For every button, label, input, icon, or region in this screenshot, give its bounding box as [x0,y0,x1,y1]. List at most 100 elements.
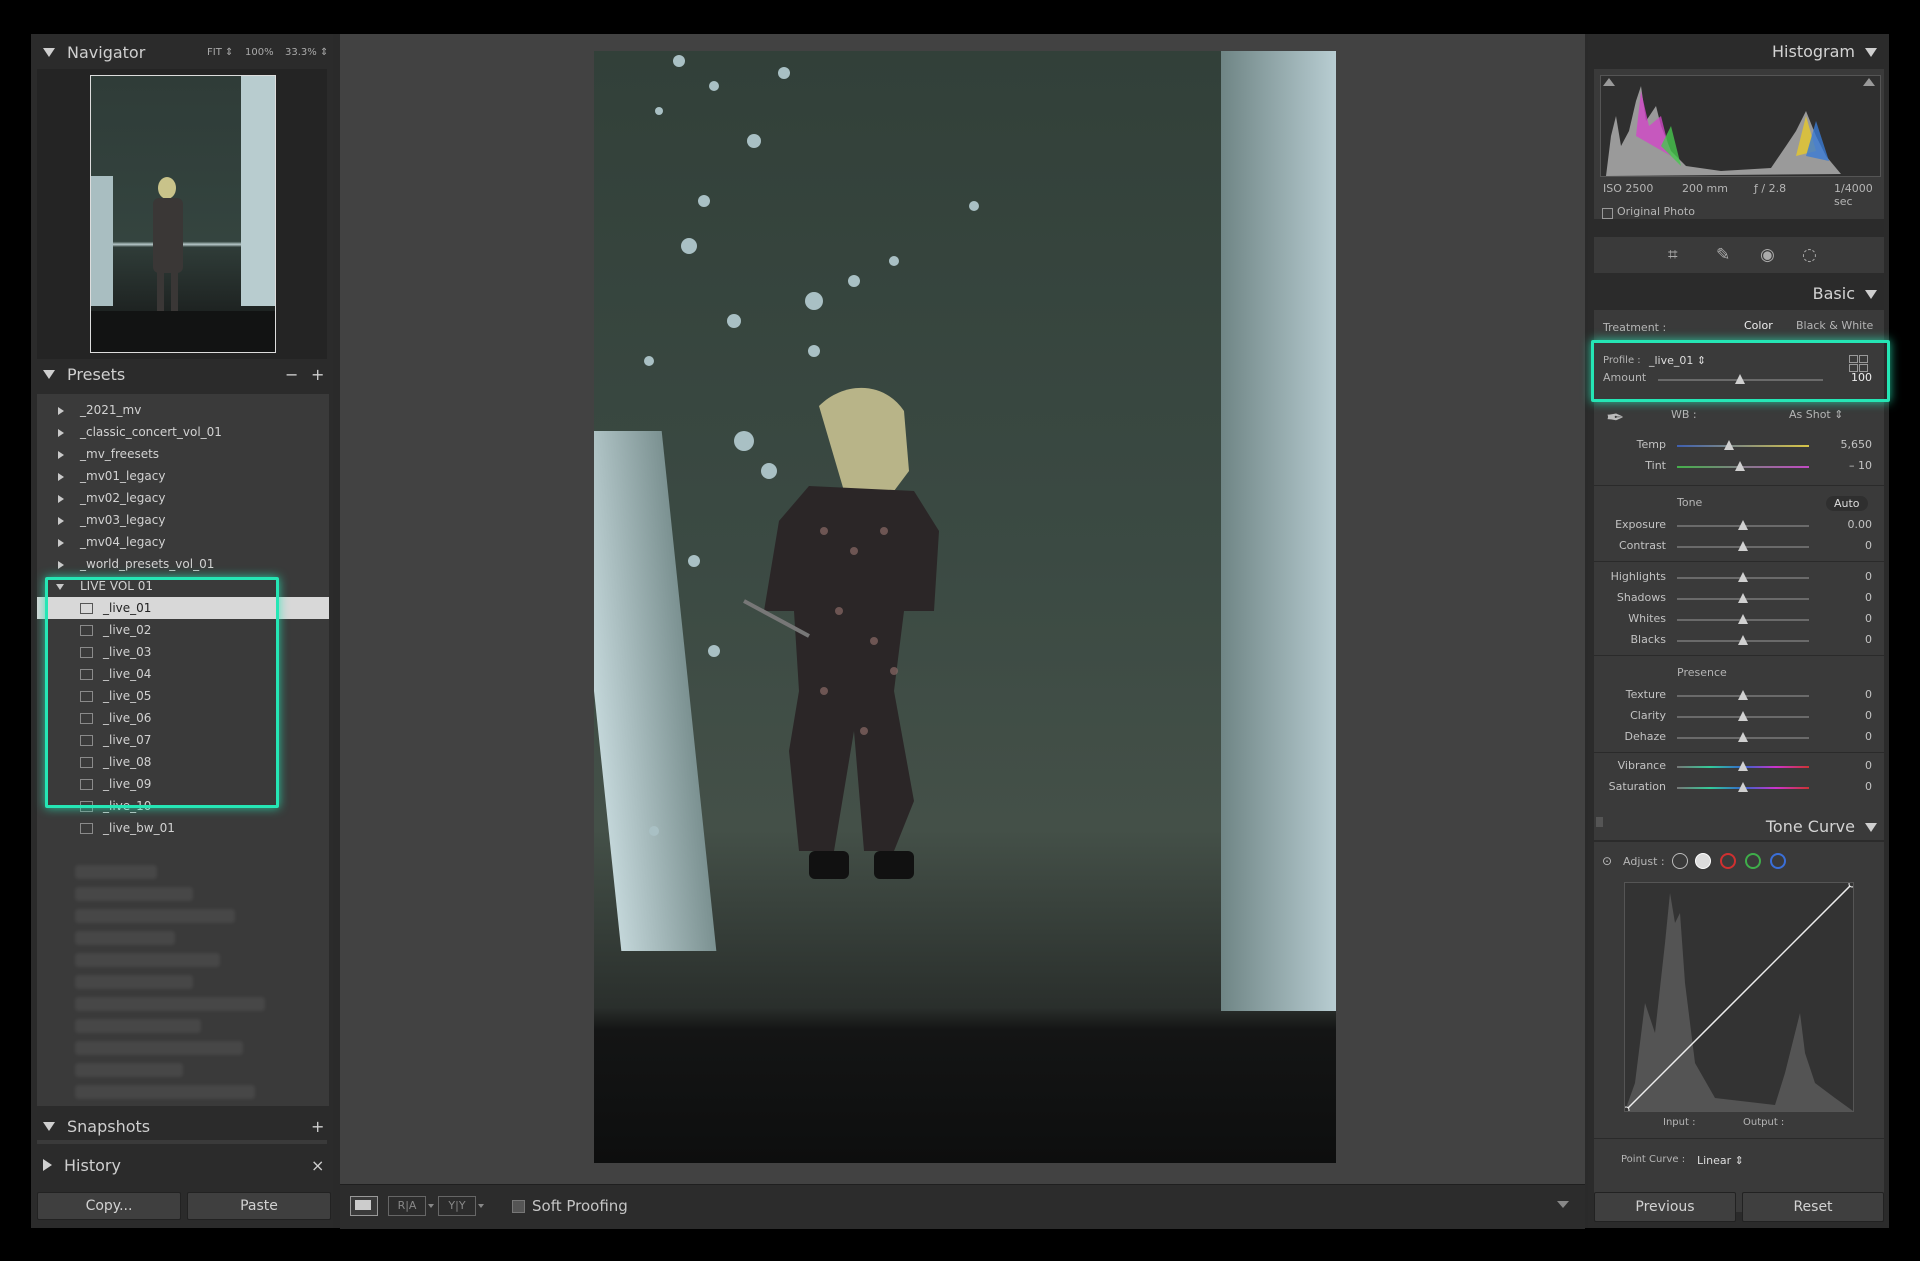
auto-tone-button[interactable]: Auto [1826,496,1868,511]
histogram-graph[interactable] [1600,75,1881,177]
target-adjust-icon[interactable]: ⊙ [1602,854,1612,868]
expand-triangle-icon[interactable] [58,429,64,437]
navigator-preview[interactable] [37,69,327,359]
reset-button[interactable]: Reset [1742,1192,1884,1222]
clear-history-button[interactable]: × [311,1156,324,1175]
saturation-slider[interactable]: Saturation 0 [1594,777,1884,797]
toolbar-menu-icon[interactable] [1557,1201,1569,1208]
original-photo-checkbox[interactable] [1602,208,1613,219]
previous-button[interactable]: Previous [1594,1192,1736,1222]
shadows-slider[interactable]: Shadows 0 [1594,588,1884,608]
collapse-triangle-icon[interactable] [1865,290,1877,299]
exposure-slider[interactable]: Exposure 0.00 [1594,515,1884,535]
history-header[interactable]: History × [31,1150,333,1180]
image-canvas[interactable] [340,34,1585,1184]
zoom-100-option[interactable]: 100% [245,47,274,58]
shadows-slider-handle[interactable] [1738,593,1748,603]
whites-slider[interactable]: Whites 0 [1594,609,1884,629]
presets-header[interactable]: Presets − + [31,359,333,389]
parametric-curve-icon[interactable] [1672,853,1688,869]
expand-triangle-icon[interactable] [58,473,64,481]
dropdown-arrow-icon[interactable] [478,1204,484,1208]
crop-icon[interactable]: ⌗ [1668,245,1678,265]
navigator-header[interactable]: Navigator FIT ⇕ 100% 33.3% ⇕ [31,37,333,67]
collapse-triangle-icon[interactable] [43,369,55,379]
dehaze-slider-handle[interactable] [1738,732,1748,742]
point-curve-dropdown[interactable]: Linear ⇕ [1697,1154,1744,1167]
clarity-slider-handle[interactable] [1738,711,1748,721]
tint-slider[interactable]: Tint – 10 [1594,456,1884,476]
whites-slider-handle[interactable] [1738,614,1748,624]
red-eye-icon[interactable]: ◉ [1760,245,1775,265]
preset-group[interactable]: _classic_concert_vol_01 [37,421,329,443]
wb-eyedropper-icon[interactable]: ✒ [1606,406,1624,431]
vibrance-slider[interactable]: Vibrance 0 [1594,756,1884,776]
main-photo[interactable] [594,51,1336,1163]
blacks-slider[interactable]: Blacks 0 [1594,630,1884,650]
tint-slider-handle[interactable] [1735,461,1745,471]
preset-group[interactable]: _mv_freesets [37,443,329,465]
before-after-icon[interactable]: R|A [388,1196,426,1216]
blacks-slider-handle[interactable] [1738,635,1748,645]
shadow-clipping-icon[interactable] [1603,78,1615,86]
expand-triangle-icon[interactable] [58,561,64,569]
dehaze-slider[interactable]: Dehaze 0 [1594,727,1884,747]
paste-button[interactable]: Paste [187,1192,331,1220]
point-curve-white-icon[interactable] [1695,853,1711,869]
contrast-slider-handle[interactable] [1738,541,1748,551]
texture-slider-handle[interactable] [1738,690,1748,700]
exposure-slider-handle[interactable] [1738,520,1748,530]
clarity-slider[interactable]: Clarity 0 [1594,706,1884,726]
add-snapshot-button[interactable]: + [311,1117,324,1136]
zoom-fit-option[interactable]: FIT ⇕ [207,47,233,58]
temp-slider-handle[interactable] [1724,440,1734,450]
contrast-slider[interactable]: Contrast 0 [1594,536,1884,556]
healing-icon[interactable]: ✎ [1716,245,1730,265]
add-preset-button[interactable]: + [311,365,324,384]
soft-proofing-checkbox[interactable] [512,1200,525,1213]
preset-group[interactable]: _mv01_legacy [37,465,329,487]
blue-channel-icon[interactable] [1770,853,1786,869]
loupe-view-icon[interactable] [350,1196,378,1216]
collapse-triangle-icon[interactable] [1865,823,1877,832]
highlights-slider-handle[interactable] [1738,572,1748,582]
vibrance-slider-handle[interactable] [1738,761,1748,771]
collapse-triangle-icon[interactable] [1865,48,1877,57]
masking-icon[interactable]: ◌ [1802,245,1817,265]
treatment-bw-option[interactable]: Black & White [1796,319,1873,332]
temp-slider[interactable]: Temp 5,650 [1594,435,1884,455]
red-channel-icon[interactable] [1720,853,1736,869]
preset-group[interactable]: _2021_mv [37,399,329,421]
expand-triangle-icon[interactable] [58,495,64,503]
navigator-thumbnail[interactable] [90,75,276,353]
preset-group[interactable]: _mv04_legacy [37,531,329,553]
preset-item[interactable]: _live_bw_01 [37,817,329,839]
panel-switch-icon[interactable] [1596,817,1603,827]
zoom-custom-option[interactable]: 33.3% ⇕ [285,47,328,58]
copy-button[interactable]: Copy... [37,1192,181,1220]
tone-curve-header[interactable]: Tone Curve [1766,817,1877,836]
dropdown-arrow-icon[interactable] [428,1204,434,1208]
expand-triangle-icon[interactable] [43,1159,52,1171]
green-channel-icon[interactable] [1745,853,1761,869]
highlight-clipping-icon[interactable] [1863,78,1875,86]
wb-dropdown[interactable]: As Shot ⇕ [1789,408,1843,421]
preset-group[interactable]: _mv03_legacy [37,509,329,531]
preset-group[interactable]: _world_presets_vol_01 [37,553,329,575]
histogram-header[interactable]: Histogram [1772,42,1877,61]
before-after-split-icon[interactable]: Y|Y [438,1196,476,1216]
texture-slider[interactable]: Texture 0 [1594,685,1884,705]
preset-group[interactable]: _mv02_legacy [37,487,329,509]
treatment-color-option[interactable]: Color [1744,319,1773,332]
expand-triangle-icon[interactable] [58,407,64,415]
collapse-triangle-icon[interactable] [43,47,55,57]
remove-preset-button[interactable]: − [285,365,298,384]
saturation-slider-handle[interactable] [1738,782,1748,792]
tone-curve-graph[interactable] [1622,880,1856,1114]
collapse-triangle-icon[interactable] [43,1121,55,1131]
snapshots-header[interactable]: Snapshots + [31,1111,333,1141]
expand-triangle-icon[interactable] [58,539,64,547]
basic-header[interactable]: Basic [1813,284,1877,303]
expand-triangle-icon[interactable] [58,517,64,525]
highlights-slider[interactable]: Highlights 0 [1594,567,1884,587]
